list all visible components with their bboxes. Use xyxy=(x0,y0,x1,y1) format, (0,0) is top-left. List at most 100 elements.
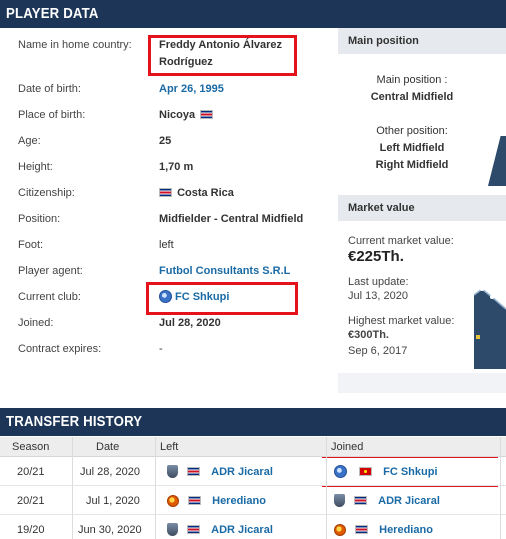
transfer-history-header: TRANSFER HISTORY xyxy=(0,408,506,436)
agent-link[interactable]: Futbol Consultants S.R.L xyxy=(159,258,290,284)
market-value-graph[interactable] xyxy=(472,287,506,369)
info-row-name: Name in home country: Freddy Antonio Álv… xyxy=(0,32,338,76)
joined-value: Jul 28, 2020 xyxy=(159,317,221,329)
dob-link[interactable]: Apr 26, 1995 xyxy=(159,76,224,102)
info-label: Date of birth: xyxy=(18,83,81,95)
joined-club-cell[interactable]: ADR Jicaral xyxy=(334,487,440,515)
left-club-link[interactable]: Herediano xyxy=(212,495,266,507)
left-club-link[interactable]: ADR Jicaral xyxy=(211,524,273,536)
info-row-citizenship: Citizenship: Costa Rica xyxy=(0,180,338,206)
current-club-text[interactable]: FC Shkupi xyxy=(175,291,229,303)
last-update-label: Last update: xyxy=(348,276,409,288)
joined-club-link[interactable]: Herediano xyxy=(379,524,433,536)
info-row-foot: Foot: left xyxy=(0,232,338,258)
adr-jicaral-crest-icon[interactable] xyxy=(334,494,345,507)
info-label: Age: xyxy=(18,135,41,147)
main-position-value: Central Midfield xyxy=(370,91,454,103)
fc-shkupi-crest-icon[interactable] xyxy=(334,465,347,478)
other-position-2: Right Midfield xyxy=(375,159,449,171)
costa-rica-flag-icon xyxy=(200,110,214,119)
col-season: Season xyxy=(12,441,50,453)
left-club-cell[interactable]: Herediano xyxy=(167,487,266,515)
adr-jicaral-crest-icon[interactable] xyxy=(167,465,178,478)
current-club-link[interactable]: FC Shkupi xyxy=(159,284,229,310)
info-value-name: Freddy Antonio Álvarez Rodríguez xyxy=(159,37,282,71)
info-value-pob: Nicoya xyxy=(159,102,215,128)
column-divider xyxy=(500,437,501,539)
left-club-link[interactable]: ADR Jicaral xyxy=(211,466,273,478)
info-row-agent: Player agent: Futbol Consultants S.R.L xyxy=(0,258,338,284)
age-value: 25 xyxy=(159,135,172,147)
main-position-label: Main position : xyxy=(376,74,448,86)
costa-rica-flag-icon xyxy=(354,496,368,505)
citizenship-value: Costa Rica xyxy=(159,180,234,206)
info-row-pob: Place of birth: Nicoya xyxy=(0,102,338,128)
info-label: Foot: xyxy=(18,239,44,251)
info-label: Name in home country: xyxy=(18,39,132,51)
season-cell: 19/20 xyxy=(17,524,45,536)
table-row: 20/21 Jul 28, 2020 ADR Jicaral FC Shkupi xyxy=(0,458,506,486)
info-row-dob: Date of birth: Apr 26, 1995 xyxy=(0,76,338,102)
table-row: 20/21 Jul 1, 2020 Herediano ADR Jicaral xyxy=(0,487,506,515)
col-date: Date xyxy=(96,441,120,453)
joined-club-cell[interactable]: Herediano xyxy=(334,516,433,539)
info-row-height: Height: 1,70 m xyxy=(0,154,338,180)
info-label: Joined: xyxy=(18,317,54,329)
costa-rica-flag-icon xyxy=(187,467,201,476)
info-row-contract: Contract expires: - xyxy=(0,336,338,362)
market-value-graph-svg xyxy=(473,287,506,369)
date-cell: Jul 28, 2020 xyxy=(80,466,140,478)
table-row: 19/20 Jun 30, 2020 ADR Jicaral Herediano xyxy=(0,516,506,539)
citizenship-text: Costa Rica xyxy=(177,187,234,199)
info-label: Player agent: xyxy=(18,265,83,277)
graph-marker xyxy=(476,335,480,339)
player-data-title: PLAYER DATA xyxy=(6,5,99,22)
joined-club-cell[interactable]: FC Shkupi xyxy=(334,458,438,486)
fc-shkupi-crest-icon[interactable] xyxy=(159,290,172,303)
adr-jicaral-crest-icon[interactable] xyxy=(167,523,178,536)
joined-club-link[interactable]: ADR Jicaral xyxy=(378,495,440,507)
joined-club-link[interactable]: FC Shkupi xyxy=(383,466,437,478)
name-line-2: Rodríguez xyxy=(159,56,213,68)
main-position-header: Main position xyxy=(338,28,506,54)
column-divider xyxy=(155,437,156,539)
herediano-crest-icon[interactable] xyxy=(167,495,179,507)
north-macedonia-flag-icon xyxy=(359,467,373,476)
left-club-cell[interactable]: ADR Jicaral xyxy=(167,516,273,539)
height-value: 1,70 m xyxy=(159,161,194,173)
info-label: Citizenship: xyxy=(18,187,75,199)
graph-point[interactable] xyxy=(490,295,494,299)
market-value-header: Market value xyxy=(338,195,506,221)
costa-rica-flag-icon xyxy=(355,525,369,534)
current-value: €225Th. xyxy=(348,248,404,265)
position-value: Midfielder - Central Midfield xyxy=(159,213,304,225)
name-line-1: Freddy Antonio Álvarez xyxy=(159,39,283,51)
highest-value-date: Sep 6, 2017 xyxy=(348,345,408,357)
season-cell: 20/21 xyxy=(17,495,45,507)
last-update-value: Jul 13, 2020 xyxy=(348,290,408,302)
graph-point[interactable] xyxy=(480,287,484,291)
info-row-current-club: Current club: FC Shkupi xyxy=(0,284,338,310)
info-label: Current club: xyxy=(18,291,81,303)
info-label: Place of birth: xyxy=(18,109,86,121)
column-divider xyxy=(326,437,327,539)
date-cell: Jul 1, 2020 xyxy=(86,495,140,507)
col-joined: Joined xyxy=(331,441,364,453)
transfer-table-header: Season Date Left Joined xyxy=(0,437,506,457)
info-row-joined: Joined: Jul 28, 2020 xyxy=(0,310,338,336)
info-label: Height: xyxy=(18,161,53,173)
foot-value: left xyxy=(159,239,174,251)
left-club-cell[interactable]: ADR Jicaral xyxy=(167,458,273,486)
graph-area xyxy=(474,289,506,369)
col-left: Left xyxy=(160,441,179,453)
contract-value: - xyxy=(159,343,163,355)
info-label: Position: xyxy=(18,213,61,225)
other-position-1: Left Midfield xyxy=(379,142,445,154)
herediano-crest-icon[interactable] xyxy=(334,524,346,536)
pob-text: Nicoya xyxy=(159,109,196,121)
info-label: Contract expires: xyxy=(18,343,102,355)
transfer-history-title: TRANSFER HISTORY xyxy=(6,413,143,430)
highest-value-label: Highest market value: xyxy=(348,315,455,327)
column-divider xyxy=(72,437,73,539)
costa-rica-flag-icon xyxy=(187,525,201,534)
